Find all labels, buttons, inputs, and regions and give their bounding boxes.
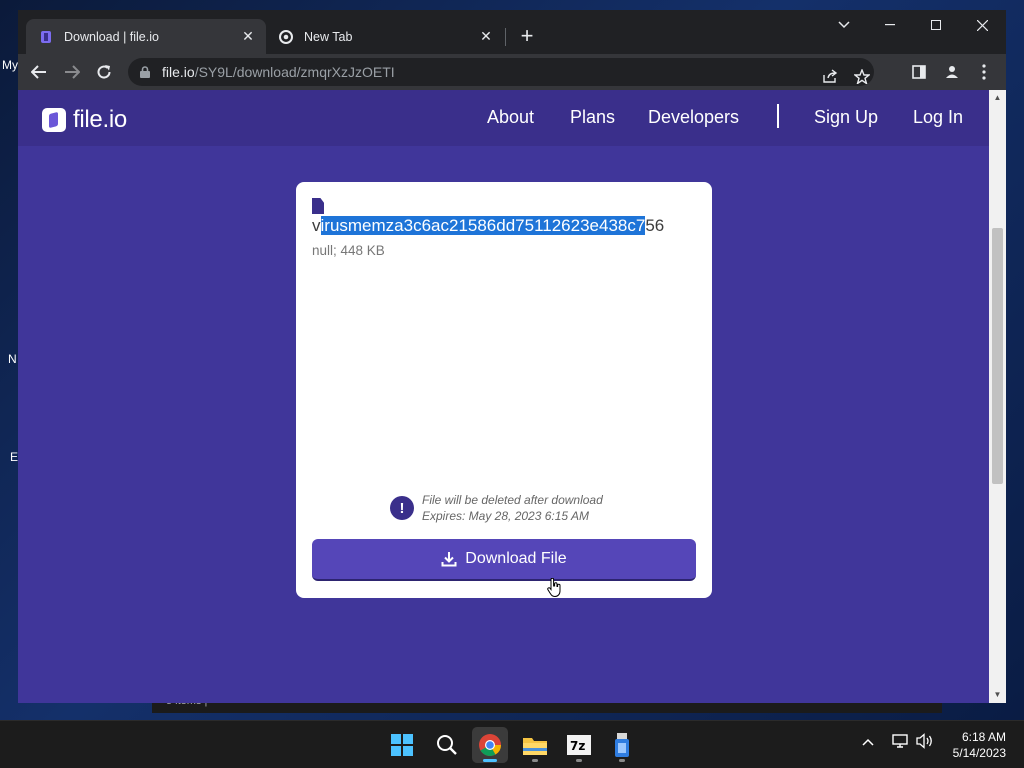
download-card: virusmemza3c6ac21586dd75112623e438c756 n… (296, 182, 712, 598)
scrollbar-thumb[interactable] (992, 228, 1003, 484)
nav-signup-link[interactable]: Sign Up (814, 107, 878, 128)
browser-window: Download | file.io ✕ New Tab ✕ + file.io… (18, 10, 1006, 703)
lock-icon[interactable] (140, 66, 154, 78)
site-header: file.io About Plans Developers Sign Up L… (18, 90, 989, 146)
volume-icon[interactable] (916, 733, 934, 752)
new-tab-button[interactable]: + (515, 25, 539, 49)
nav-developers-link[interactable]: Developers (648, 107, 739, 128)
taskbar-usb-tool[interactable] (604, 727, 640, 763)
chrome-favicon-icon (278, 29, 294, 45)
file-io-logo[interactable]: file.io (42, 106, 127, 134)
forward-button[interactable] (58, 58, 86, 86)
start-icon (391, 734, 413, 756)
download-button-label: Download File (465, 550, 567, 567)
tab-title: Download | file.io (64, 29, 159, 44)
url-host: file.io (162, 64, 195, 80)
taskbar-file-explorer[interactable] (517, 727, 553, 763)
maximize-button[interactable] (913, 10, 959, 40)
exclamation-icon: ! (390, 496, 414, 520)
nav-login-link[interactable]: Log In (913, 107, 963, 128)
taskbar: 7z 6:18 AM 5/14/2023 (0, 720, 1024, 768)
address-bar[interactable]: file.io/SY9L/download/zmqrXzJzOETI (128, 58, 874, 86)
file-name-unselected-start: v (312, 216, 321, 235)
network-icon[interactable] (892, 733, 910, 752)
minimize-button[interactable] (867, 10, 913, 40)
7zip-icon: 7z (567, 735, 591, 755)
start-button[interactable] (384, 727, 420, 763)
file-io-logo-icon (42, 108, 66, 132)
taskbar-search-button[interactable] (429, 727, 465, 763)
download-file-button[interactable]: Download File (312, 539, 696, 581)
tab-title: New Tab (304, 29, 353, 44)
file-name[interactable]: virusmemza3c6ac21586dd75112623e438c756 (312, 216, 712, 236)
file-name-selected-text: irusmemza3c6ac21586dd75112623e438c7 (320, 216, 646, 235)
running-app-indicator (619, 759, 625, 762)
tab-separator (505, 28, 506, 46)
page-viewport: file.io About Plans Developers Sign Up L… (18, 90, 989, 703)
system-clock[interactable]: 6:18 AM 5/14/2023 (953, 729, 1006, 761)
tray-overflow-chevron-icon[interactable] (862, 733, 874, 749)
notice-line-expires: Expires: May 28, 2023 6:15 AM (422, 509, 589, 523)
desktop-icon-label[interactable]: E (10, 450, 18, 464)
tab-search-chevron-icon[interactable] (821, 10, 867, 40)
tab-new-tab[interactable]: New Tab ✕ (266, 19, 504, 54)
file-icon (312, 198, 324, 214)
running-app-indicator (532, 759, 538, 762)
svg-text:7z: 7z (570, 739, 585, 753)
bookmark-star-icon[interactable] (848, 62, 876, 90)
nav-divider (777, 104, 779, 128)
side-panel-icon[interactable] (905, 58, 933, 86)
deletion-notice: ! File will be deleted after download Ex… (390, 492, 603, 524)
profile-icon[interactable] (938, 58, 966, 86)
download-icon (441, 551, 457, 567)
notice-line-delete: File will be deleted after download (422, 493, 603, 507)
file-explorer-icon (523, 738, 547, 755)
clock-time: 6:18 AM (961, 730, 1006, 744)
logo-text: file.io (73, 106, 127, 133)
file-io-favicon-icon (38, 29, 54, 45)
close-tab-icon[interactable]: ✕ (476, 27, 496, 47)
share-icon[interactable] (816, 62, 844, 90)
nav-plans-link[interactable]: Plans (570, 107, 615, 128)
chrome-icon (479, 734, 501, 756)
taskbar-chrome[interactable] (472, 727, 508, 763)
running-app-indicator (576, 759, 582, 762)
tab-file-io[interactable]: Download | file.io ✕ (26, 19, 266, 54)
file-meta: null; 448 KB (312, 243, 385, 258)
page-scrollbar[interactable]: ▲ ▼ (989, 90, 1006, 703)
close-window-button[interactable] (959, 10, 1005, 40)
clock-date: 5/14/2023 (952, 746, 1006, 760)
desktop-icon-label[interactable]: N (8, 352, 17, 366)
hand-pointer-cursor-icon (547, 577, 561, 598)
reload-button[interactable] (90, 58, 118, 86)
browser-menu-icon[interactable] (970, 58, 998, 86)
tab-strip: Download | file.io ✕ New Tab ✕ + (18, 10, 1006, 54)
file-name-unselected-end: 56 (645, 216, 665, 235)
usb-drive-icon (615, 733, 629, 757)
search-icon (437, 735, 457, 755)
browser-toolbar: file.io/SY9L/download/zmqrXzJzOETI (18, 54, 1006, 90)
taskbar-7zip[interactable]: 7z (561, 727, 597, 763)
desktop-icon-label[interactable]: My (2, 58, 18, 72)
scroll-up-arrow-icon[interactable]: ▲ (993, 93, 1002, 102)
active-app-indicator (483, 759, 497, 762)
close-tab-icon[interactable]: ✕ (238, 27, 258, 47)
scroll-down-arrow-icon[interactable]: ▼ (993, 690, 1002, 699)
nav-about-link[interactable]: About (487, 107, 534, 128)
back-button[interactable] (25, 58, 53, 86)
url-path: /SY9L/download/zmqrXzJzOETI (194, 64, 395, 80)
